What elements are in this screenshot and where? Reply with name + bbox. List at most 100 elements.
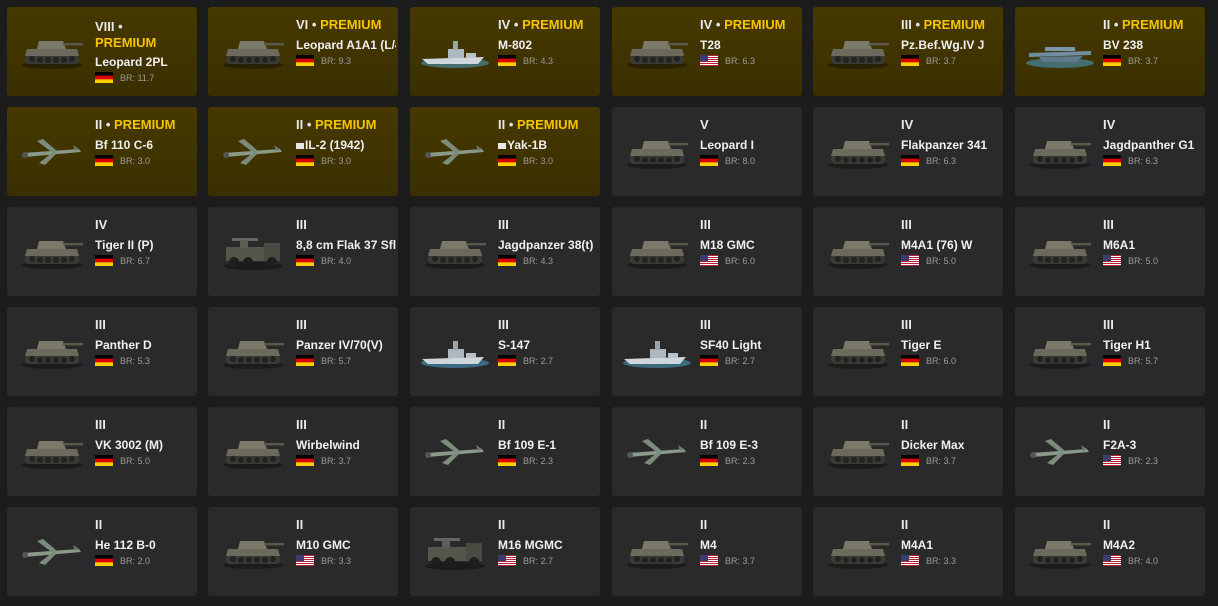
vehicle-card[interactable]: IV Jagdpanther G1 BR: 6.3	[1015, 107, 1205, 196]
vehicle-name: Leopard A1A1 (L/44)	[296, 38, 396, 52]
battle-rating: BR: 8.0	[700, 155, 800, 167]
battle-rating: BR: 2.7	[498, 355, 598, 367]
vehicle-card[interactable]: V Leopard I BR: 8.0	[612, 107, 802, 196]
vehicle-card[interactable]: III Tiger E BR: 6.0	[813, 307, 1003, 396]
vehicle-rank: III	[700, 317, 800, 333]
br-value: BR: 3.7	[926, 56, 957, 66]
vehicle-card[interactable]: III SF40 Light BR: 2.7	[612, 307, 802, 396]
germany-flag-icon	[296, 255, 314, 267]
vehicle-card[interactable]: VI • PREMIUM Leopard A1A1 (L/44) BR: 9.3	[208, 7, 398, 96]
germany-flag-icon	[95, 455, 113, 467]
vehicle-card[interactable]: II M16 MGMC BR: 2.7	[410, 507, 600, 596]
vehicle-card[interactable]: II M10 GMC BR: 3.3	[208, 507, 398, 596]
br-value: BR: 6.3	[926, 156, 957, 166]
br-value: BR: 3.3	[321, 556, 352, 566]
vehicle-info: VI • PREMIUM Leopard A1A1 (L/44) BR: 9.3	[296, 17, 396, 67]
vehicle-card[interactable]: IV Tiger II (P) BR: 6.7	[7, 207, 197, 296]
usa-flag-icon	[700, 555, 718, 567]
rank-label: II	[296, 117, 304, 132]
vehicle-card[interactable]: III M6A1 BR: 5.0	[1015, 207, 1205, 296]
plane-icon	[420, 129, 490, 173]
vehicle-card[interactable]: III Jagdpanzer 38(t) BR: 4.3	[410, 207, 600, 296]
br-value: BR: 2.3	[725, 456, 756, 466]
vehicle-card[interactable]: III S-147 BR: 2.7	[410, 307, 600, 396]
tank-icon	[420, 229, 490, 273]
vehicle-info: II • PREMIUM IL-2 (1942) BR: 3.0	[296, 117, 396, 167]
vehicle-card[interactable]: III M18 GMC BR: 6.0	[612, 207, 802, 296]
vehicle-rank: II	[498, 417, 598, 433]
truck-icon	[218, 229, 288, 273]
vehicle-card[interactable]: II M4 BR: 3.7	[612, 507, 802, 596]
vehicle-card[interactable]: II Bf 109 E-1 BR: 2.3	[410, 407, 600, 496]
br-value: BR: 6.7	[120, 256, 151, 266]
vehicle-card[interactable]: III 8,8 cm Flak 37 Sfl. BR: 4.0	[208, 207, 398, 296]
rank-label: II	[901, 517, 909, 532]
br-value: BR: 4.0	[1128, 556, 1159, 566]
vehicle-card[interactable]: II Dicker Max BR: 3.7	[813, 407, 1003, 496]
vehicle-info: III S-147 BR: 2.7	[498, 317, 598, 367]
vehicle-info: II He 112 B-0 BR: 2.0	[95, 517, 195, 567]
vehicle-name: M4A1	[901, 538, 934, 552]
vehicle-card[interactable]: II M4A2 BR: 4.0	[1015, 507, 1205, 596]
battle-rating: BR: 2.3	[498, 455, 598, 467]
vehicle-info: II M4A2 BR: 4.0	[1103, 517, 1203, 567]
seaplane-icon	[1025, 29, 1095, 73]
vehicle-card[interactable]: III VK 3002 (M) BR: 5.0	[7, 407, 197, 496]
br-value: BR: 5.0	[120, 456, 151, 466]
vehicle-info: V Leopard I BR: 8.0	[700, 117, 800, 167]
vehicle-name: M4A1 (76) W	[901, 238, 973, 252]
vehicle-card[interactable]: IV • PREMIUM T28 BR: 6.3	[612, 7, 802, 96]
vehicle-card[interactable]: III Panzer IV/70(V) BR: 5.7	[208, 307, 398, 396]
vehicle-rank: III • PREMIUM	[901, 17, 986, 32]
vehicle-card[interactable]: III Tiger H1 BR: 5.7	[1015, 307, 1205, 396]
vehicle-card[interactable]: II F2A-3 BR: 2.3	[1015, 407, 1205, 496]
vehicle-rank: III	[1103, 317, 1203, 333]
vehicle-name: Flakpanzer 341	[901, 138, 988, 152]
br-value: BR: 5.7	[1128, 356, 1159, 366]
captured-flag-icon	[296, 142, 304, 149]
vehicle-name: M4A2	[1103, 538, 1136, 552]
germany-flag-icon	[700, 355, 718, 367]
vehicle-name: Panther D	[95, 338, 152, 352]
rank-label: II	[95, 517, 103, 532]
vehicle-card[interactable]: II • PREMIUM BV 238 BR: 3.7	[1015, 7, 1205, 96]
vehicle-rank: III	[901, 217, 1001, 233]
rank-label: II	[700, 517, 708, 532]
vehicle-name: Leopard I	[700, 138, 755, 152]
germany-flag-icon	[700, 155, 718, 167]
br-value: BR: 3.0	[321, 156, 352, 166]
rank-label: II	[498, 117, 506, 132]
vehicle-card[interactable]: II Bf 109 E-3 BR: 2.3	[612, 407, 802, 496]
br-value: BR: 3.7	[926, 456, 957, 466]
br-value: BR: 3.0	[120, 156, 151, 166]
vehicle-card[interactable]: II • PREMIUM Bf 110 C-6 BR: 3.0	[7, 107, 197, 196]
battle-rating: BR: 3.3	[296, 555, 396, 567]
vehicle-info: III M18 GMC BR: 6.0	[700, 217, 800, 267]
rank-label: III	[95, 317, 106, 332]
vehicle-card[interactable]: VIII • PREMIUM Leopard 2PL BR: 11.7	[7, 7, 197, 96]
vehicle-card[interactable]: III M4A1 (76) W BR: 5.0	[813, 207, 1003, 296]
vehicle-card[interactable]: II He 112 B-0 BR: 2.0	[7, 507, 197, 596]
rank-label: III	[296, 317, 307, 332]
vehicle-card[interactable]: IV Flakpanzer 341 BR: 6.3	[813, 107, 1003, 196]
vehicle-name: VK 3002 (M)	[95, 438, 164, 452]
rank-label: II	[296, 517, 304, 532]
vehicle-info: III M6A1 BR: 5.0	[1103, 217, 1203, 267]
tank-icon	[17, 329, 87, 373]
vehicle-card[interactable]: III Wirbelwind BR: 3.7	[208, 407, 398, 496]
boat-icon	[420, 29, 490, 73]
vehicle-card[interactable]: II • PREMIUM Yak-1B BR: 3.0	[410, 107, 600, 196]
vehicle-card[interactable]: II • PREMIUM IL-2 (1942) BR: 3.0	[208, 107, 398, 196]
vehicle-card[interactable]: IV • PREMIUM M-802 BR: 4.3	[410, 7, 600, 96]
tank-icon	[622, 529, 692, 573]
vehicle-card[interactable]: III • PREMIUM Pz.Bef.Wg.IV J BR: 3.7	[813, 7, 1003, 96]
germany-flag-icon	[296, 355, 314, 367]
plane-icon	[17, 529, 87, 573]
usa-flag-icon	[1103, 555, 1121, 567]
vehicle-rank: IV • PREMIUM	[498, 17, 584, 32]
germany-flag-icon	[95, 255, 113, 267]
vehicle-card[interactable]: II M4A1 BR: 3.3	[813, 507, 1003, 596]
tank-icon	[823, 429, 893, 473]
usa-flag-icon	[901, 255, 919, 267]
vehicle-card[interactable]: III Panther D BR: 5.3	[7, 307, 197, 396]
